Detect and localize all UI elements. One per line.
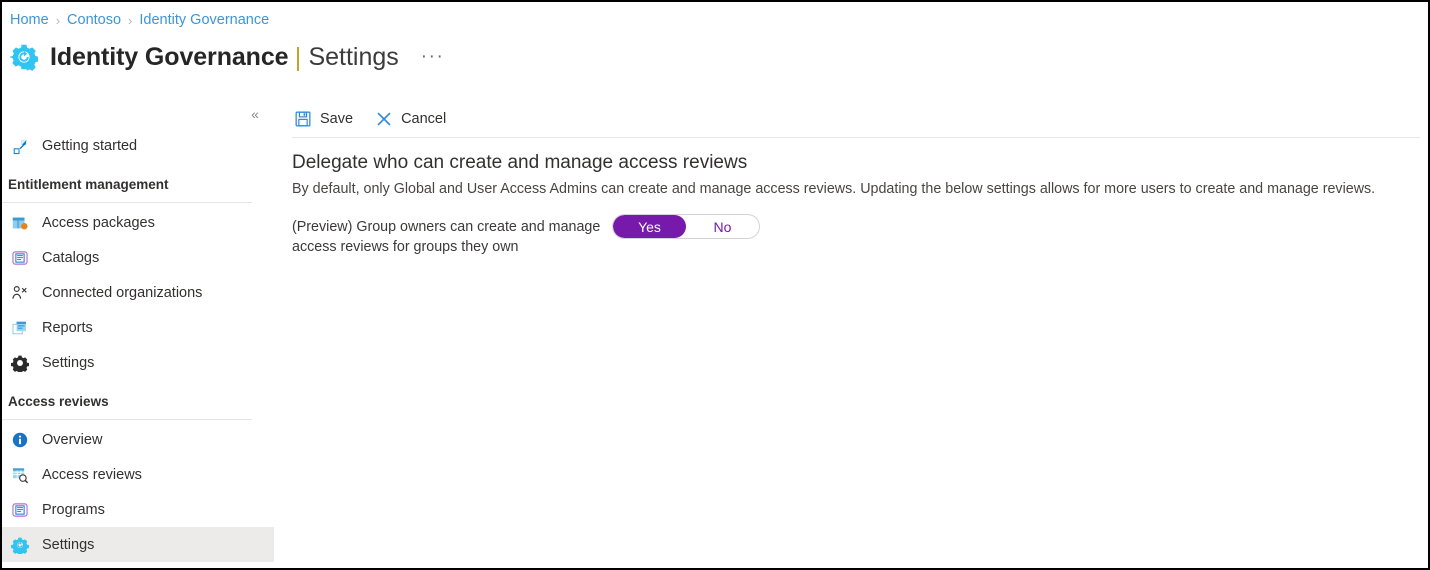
sidebar-item-label: Connected organizations [42, 284, 203, 301]
command-bar-divider [292, 137, 1420, 138]
breadcrumb-item-identity-governance[interactable]: Identity Governance [139, 12, 269, 28]
title-divider [297, 46, 300, 71]
azure-portal-screen: Home › Contoso › Identity Governance Ide… [0, 0, 1430, 570]
cancel-button[interactable]: Cancel [373, 104, 456, 134]
sidebar-item-label: Catalogs [42, 249, 100, 266]
breadcrumb-separator-icon: › [128, 12, 133, 28]
more-menu-icon[interactable]: ··· [421, 47, 444, 66]
page-title: Identity Governance [50, 42, 289, 71]
sidebar-item-label: Programs [42, 501, 105, 518]
sidebar-section-entitlement-management: Entitlement management [2, 163, 274, 196]
sidebar-item-connected-organizations[interactable]: Connected organizations [2, 275, 274, 310]
gear-cyan-icon [11, 537, 29, 554]
breadcrumb-item-contoso[interactable]: Contoso [67, 12, 121, 28]
sidebar-section-divider [2, 202, 252, 203]
sidebar-item-reports[interactable]: Reports [2, 310, 274, 345]
book-icon [12, 502, 28, 517]
page-subtitle: Settings [308, 42, 399, 71]
gear-dark-icon [11, 355, 29, 372]
sidebar-item-label: Access packages [42, 214, 155, 231]
review-search-icon [12, 467, 29, 483]
sidebar-item-label: Settings [42, 354, 95, 371]
close-x-icon [377, 112, 391, 126]
breadcrumb-separator-icon: › [55, 12, 61, 28]
sidebar-item-settings-access-reviews[interactable]: Settings [2, 527, 274, 562]
breadcrumb-item-home[interactable]: Home [10, 12, 49, 28]
sidebar-section-title: Entitlement management [8, 177, 169, 192]
sidebar-item-access-reviews[interactable]: Access reviews [2, 457, 274, 492]
page-header: Identity Governance Settings ··· [10, 36, 444, 78]
sidebar-item-label: Overview [42, 431, 103, 448]
sidebar-item-overview[interactable]: Overview [2, 422, 274, 457]
sidebar-section-title: Access reviews [8, 394, 109, 409]
people-icon [12, 285, 27, 299]
sidebar-item-getting-started[interactable]: Getting started [2, 128, 274, 163]
sidebar-section-divider [2, 419, 252, 420]
report-icon [12, 321, 26, 334]
sidebar-item-label: Settings [42, 536, 95, 553]
sidebar-nav: Getting started Entitlement management A… [2, 128, 274, 562]
toggle-option-yes[interactable]: Yes [613, 215, 686, 238]
breadcrumb: Home › Contoso › Identity Governance [10, 10, 269, 30]
group-owners-toggle[interactable]: Yes No [612, 214, 760, 239]
settings-section-description: By default, only Global and User Access … [292, 181, 1376, 197]
toggle-option-no[interactable]: No [686, 215, 759, 238]
collapse-sidebar-icon[interactable]: « [244, 104, 266, 124]
command-bar: Save Cancel [274, 102, 466, 136]
sidebar-section-access-reviews: Access reviews [2, 380, 274, 413]
sidebar-item-programs[interactable]: Programs [2, 492, 274, 527]
sidebar-item-label: Getting started [42, 137, 138, 154]
identity-governance-gear-icon [10, 44, 38, 71]
settings-section-heading: Delegate who can create and manage acces… [292, 152, 748, 173]
setting-row-group-owners: (Preview) Group owners can create and ma… [292, 214, 760, 257]
rocket-icon [13, 139, 27, 154]
book-icon [12, 250, 28, 265]
save-floppy-icon [295, 111, 311, 127]
save-button[interactable]: Save [292, 104, 363, 134]
sidebar-item-label: Access reviews [42, 466, 142, 483]
package-icon [12, 217, 28, 229]
content-pane: Save Cancel Delegate who can create and … [274, 94, 1428, 568]
info-circle-icon [12, 432, 28, 447]
sidebar-item-catalogs[interactable]: Catalogs [2, 240, 274, 275]
setting-label: (Preview) Group owners can create and ma… [292, 219, 601, 255]
sidebar-item-access-packages[interactable]: Access packages [2, 205, 274, 240]
sidebar: « Getting started Entitlement management [2, 94, 274, 568]
sidebar-item-settings-entitlement[interactable]: Settings [2, 345, 274, 380]
cancel-button-label: Cancel [401, 111, 447, 127]
save-button-label: Save [320, 111, 354, 127]
sidebar-item-label: Reports [42, 319, 93, 336]
